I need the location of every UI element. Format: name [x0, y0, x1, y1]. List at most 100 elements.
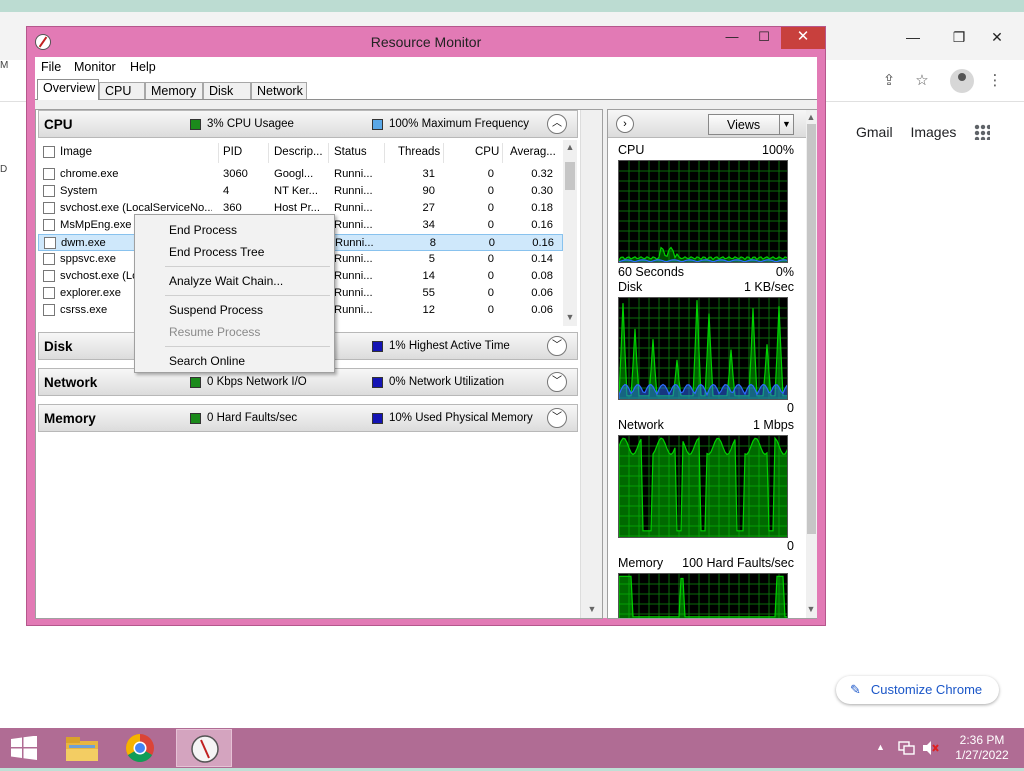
- google-apps-icon[interactable]: [974, 124, 990, 140]
- menu-monitor[interactable]: Monitor: [74, 60, 116, 74]
- hard-faults-series: [619, 575, 787, 618]
- disk-active-series: [619, 383, 787, 399]
- gmail-link[interactable]: Gmail: [856, 124, 893, 140]
- taskbar-clock[interactable]: 2:36 PM 1/27/2022: [950, 733, 1014, 763]
- minimize-icon[interactable]: —: [898, 26, 928, 48]
- left-pane-scrollbar[interactable]: ▼: [580, 110, 602, 618]
- profile-avatar-icon[interactable]: [950, 69, 974, 93]
- network-section-title: Network: [44, 375, 98, 390]
- bookmark-star-icon[interactable]: ☆: [911, 70, 933, 92]
- cell-image: svchost.exe (LocalServiceNo...: [60, 202, 212, 214]
- column-threads[interactable]: Threads: [398, 146, 440, 158]
- chrome-top-strip: [0, 0, 1024, 12]
- column-cpu[interactable]: CPU: [475, 146, 499, 158]
- chevron-down-icon[interactable]: ﹀: [547, 372, 567, 392]
- column-description[interactable]: Descrip...: [274, 146, 323, 158]
- row-checkbox[interactable]: [43, 185, 55, 197]
- row-checkbox[interactable]: [43, 168, 55, 180]
- cpu-section-header[interactable]: CPU 3% CPU Usagee 100% Maximum Frequency…: [38, 110, 578, 138]
- share-icon[interactable]: ⇪: [878, 70, 900, 92]
- images-link[interactable]: Images: [910, 124, 956, 140]
- chrome-icon: [126, 734, 154, 762]
- memory-section-header[interactable]: Memory 0 Hard Faults/sec 10% Used Physic…: [38, 404, 578, 432]
- cpu-graph-time-span: 60 Seconds: [618, 265, 685, 279]
- menu-search-online[interactable]: Search Online: [169, 354, 245, 368]
- customize-chrome-button[interactable]: ✎ Customize Chrome: [836, 676, 999, 704]
- chevron-down-icon[interactable]: ﹀: [547, 336, 567, 356]
- tab-cpu[interactable]: CPU: [99, 82, 145, 100]
- tab-overview[interactable]: Overview: [37, 79, 99, 100]
- maximize-icon[interactable]: ☐: [749, 27, 779, 49]
- views-dropdown[interactable]: Views ▼: [708, 114, 794, 135]
- column-separator: [218, 143, 219, 163]
- scroll-down-icon[interactable]: ▼: [563, 310, 577, 324]
- show-hidden-icons-icon[interactable]: ▲: [876, 742, 885, 752]
- select-all-checkbox[interactable]: [43, 146, 55, 158]
- chevron-up-icon[interactable]: ︿: [547, 114, 567, 134]
- row-checkbox[interactable]: [43, 219, 55, 231]
- close-icon[interactable]: ✕: [982, 26, 1012, 48]
- tab-network[interactable]: Network: [251, 82, 307, 100]
- tab-disk[interactable]: Disk: [203, 82, 251, 100]
- row-checkbox[interactable]: [43, 253, 55, 265]
- resource-monitor-taskbar-button[interactable]: [176, 729, 232, 767]
- process-context-menu: End Process End Process Tree Analyze Wai…: [134, 214, 335, 373]
- tab-memory[interactable]: Memory: [145, 82, 203, 100]
- scroll-down-icon[interactable]: ▼: [804, 602, 818, 616]
- scroll-down-icon[interactable]: ▼: [585, 602, 599, 616]
- minimize-icon[interactable]: —: [717, 27, 747, 49]
- scroll-up-icon[interactable]: ▲: [563, 140, 577, 154]
- network-icon[interactable]: [898, 740, 916, 756]
- table-row[interactable]: chrome.exe 3060 Googl... Runni... 31 0 0.32: [38, 166, 563, 183]
- graph-pane-scrollbar[interactable]: ▲ ▼: [806, 110, 817, 618]
- pencil-icon: ✎: [850, 682, 861, 697]
- cell-cpu: 0: [487, 304, 494, 316]
- cell-average: 0.06: [531, 287, 553, 299]
- column-image[interactable]: Image: [60, 146, 92, 158]
- disk-graph: [618, 297, 788, 400]
- volume-muted-icon[interactable]: [922, 740, 940, 756]
- window-title: Resource Monitor: [370, 34, 482, 50]
- column-pid[interactable]: PID: [223, 146, 242, 158]
- cell-image: chrome.exe: [60, 168, 119, 180]
- table-row[interactable]: System 4 NT Ker... Runni... 90 0 0.30: [38, 183, 563, 200]
- partial-glyph: M: [0, 60, 9, 71]
- cpu-table-scrollbar[interactable]: ▲ ▼: [563, 140, 577, 326]
- memory-section-title: Memory: [44, 411, 96, 426]
- row-checkbox[interactable]: [43, 304, 55, 316]
- cpu-graph: [618, 160, 788, 263]
- scrollbar-thumb[interactable]: [565, 162, 575, 190]
- menu-end-process[interactable]: End Process: [169, 223, 237, 237]
- maximize-icon[interactable]: ❐: [944, 26, 974, 48]
- cell-pid: 3060: [223, 168, 248, 180]
- views-label: Views: [727, 118, 761, 132]
- scrollbar-thumb[interactable]: [807, 124, 816, 534]
- scroll-up-icon[interactable]: ▲: [804, 110, 818, 124]
- row-checkbox[interactable]: [43, 287, 55, 299]
- column-average[interactable]: Averag...: [510, 146, 556, 158]
- kebab-menu-icon[interactable]: ⋮: [984, 70, 1006, 92]
- network-io-series: [619, 436, 787, 537]
- cpu-frequency-legend: 100% Maximum Frequency: [389, 118, 529, 130]
- menu-help[interactable]: Help: [130, 60, 156, 74]
- row-checkbox[interactable]: [43, 202, 55, 214]
- windows-start-icon[interactable]: [10, 736, 38, 760]
- row-checkbox[interactable]: [44, 237, 56, 249]
- chevron-right-icon[interactable]: ›: [616, 115, 634, 133]
- cell-cpu: 0: [487, 270, 494, 282]
- folder-icon: [66, 737, 98, 761]
- menu-file[interactable]: File: [41, 60, 61, 74]
- cpu-usage-legend: 3% CPU Usagee: [207, 118, 294, 130]
- menu-end-process-tree[interactable]: End Process Tree: [169, 245, 264, 259]
- close-icon[interactable]: ✕: [781, 27, 825, 49]
- customize-chrome-label: Customize Chrome: [870, 682, 983, 697]
- cpu-graph-max: 100%: [762, 143, 794, 157]
- cell-status: Runni...: [334, 168, 373, 180]
- menu-suspend-process[interactable]: Suspend Process: [169, 303, 263, 317]
- menu-analyze-wait-chain[interactable]: Analyze Wait Chain...: [169, 274, 283, 288]
- row-checkbox[interactable]: [43, 270, 55, 282]
- chevron-down-icon[interactable]: ﹀: [547, 408, 567, 428]
- file-explorer-taskbar-button[interactable]: [54, 729, 110, 767]
- chrome-taskbar-button[interactable]: [112, 729, 168, 767]
- column-status[interactable]: Status: [334, 146, 367, 158]
